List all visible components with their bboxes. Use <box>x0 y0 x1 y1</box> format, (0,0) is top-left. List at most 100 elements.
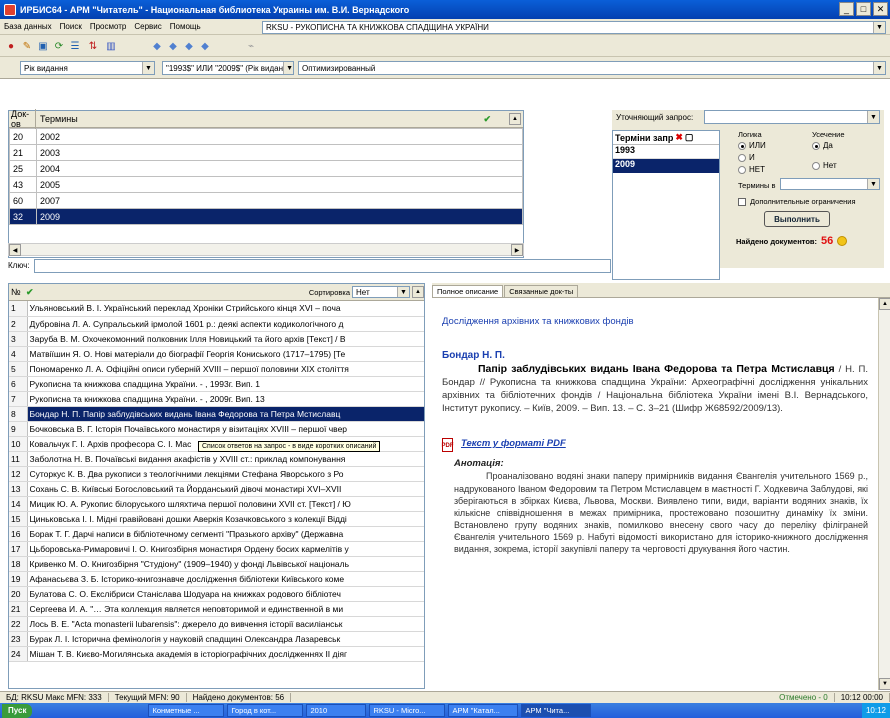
chevron-down-icon: ▼ <box>867 111 879 123</box>
task-button[interactable]: RKSU - Micro... <box>369 704 446 717</box>
tab-related-docs[interactable]: Связанные док-ты <box>504 285 579 297</box>
trunc-no-label: Нет <box>823 161 837 170</box>
detail-vscroll[interactable]: ▲ ▼ <box>878 298 890 690</box>
result-text: Лось В. Е. "Acta monasterii lubarensis":… <box>27 616 424 632</box>
result-row[interactable]: 4 Матвіїшин Я. О. Нові матеріали до біогр… <box>9 346 424 362</box>
result-row[interactable]: 1 Ульяновський В. І. Український переклад… <box>9 301 424 317</box>
trunc-no-radio[interactable]: Нет <box>812 160 837 171</box>
database-select[interactable]: RKSU - РУКОПИСНА ТА КНИЖКОВА СПАДЩИНА УК… <box>262 21 886 34</box>
result-row[interactable]: 15 Циньковська І. І. Мідні гравійовані до… <box>9 511 424 527</box>
taskbar: Пуск Конметные ... Город в кот... 2010 R… <box>0 703 890 718</box>
result-row[interactable]: 17 Цьборовська-Римаровичі І. О. Книгозбір… <box>9 541 424 557</box>
pin-icon[interactable]: ⌁ <box>244 39 258 53</box>
term-row[interactable]: 25 2004 <box>9 160 523 177</box>
result-number: 23 <box>9 631 28 647</box>
task-button-active[interactable]: АРМ "Чита... <box>521 704 592 717</box>
key-input[interactable] <box>34 259 611 273</box>
result-row[interactable]: 5 Пономаренко Л. А. Офіційні описи губерн… <box>9 361 424 377</box>
result-row[interactable]: 9 Бочковська В. Г. Історія Почаївського м… <box>9 421 424 437</box>
terms-in-select[interactable]: ▼ <box>780 178 880 190</box>
result-row[interactable]: 7 Рукописна та книжкова спадщина України.… <box>9 391 424 407</box>
chart-icon[interactable]: ▥ <box>104 39 118 53</box>
query-term-item[interactable]: 1993 <box>613 145 719 159</box>
scroll-left-icon[interactable]: ◀ <box>9 244 21 256</box>
result-row[interactable]: 22 Лось В. Е. "Acta monasterii lubarensis… <box>9 616 424 632</box>
app-icon <box>4 3 16 16</box>
task-button[interactable]: АРМ "Катал... <box>448 704 519 717</box>
result-row[interactable]: 18 Кривенко М. О. Книгозбірня "Студіону" … <box>9 556 424 572</box>
scroll-right-icon[interactable]: ▶ <box>511 244 523 256</box>
term-row[interactable]: 60 2007 <box>9 192 523 209</box>
result-row[interactable]: 2 Дубровіна Л. А. Супральський ірмолой 16… <box>9 316 424 332</box>
scroll-up-icon[interactable]: ▲ <box>879 298 890 310</box>
sort-select[interactable]: Нет ▼ <box>352 286 410 298</box>
query-expression-select[interactable]: "1993$" ИЛИ "2009$" (Рік видан ▼ <box>162 61 294 75</box>
result-row[interactable]: 11 Заболотна Н. В. Почаївські видання ака… <box>9 451 424 467</box>
result-row[interactable]: 21 Сергеева И. А. "… Эта коллекция являет… <box>9 601 424 617</box>
task-button[interactable]: Город в кот... <box>227 704 304 717</box>
sort-icon[interactable]: ⇅ <box>86 39 100 53</box>
first-icon[interactable]: ◆ <box>150 39 164 53</box>
window-title: ИРБИС64 - АРМ "Читатель" - Национальная … <box>20 4 410 15</box>
query-bar: Рік видання ▼ "1993$" ИЛИ "2009$" (Рік в… <box>0 57 890 79</box>
close-button[interactable]: ✕ <box>873 2 888 16</box>
term-row[interactable]: 21 2003 <box>9 144 523 161</box>
menu-database[interactable]: База данных <box>0 22 56 31</box>
scroll-down-icon[interactable]: ▼ <box>879 678 890 690</box>
term-row-selected[interactable]: 32 2009 <box>9 208 523 225</box>
prev-icon[interactable]: ◆ <box>166 39 180 53</box>
menu-help[interactable]: Помощь <box>166 22 205 31</box>
result-row-selected[interactable]: 8 Бондар Н. П. Папір заблудівських видань… <box>9 406 424 422</box>
minimize-button[interactable]: _ <box>839 2 854 16</box>
result-row[interactable]: 6 Рукописна та книжкова спадщина України.… <box>9 376 424 392</box>
result-row[interactable]: 3 Заруба В. М. Охочекомонний полковник Іл… <box>9 331 424 347</box>
eye-icon[interactable]: ● <box>4 39 18 53</box>
query-term-item-selected[interactable]: 2009 <box>613 159 719 173</box>
result-row[interactable]: 23 Бурак Л. І. Історична фемінологія у на… <box>9 631 424 647</box>
query-expression-value: "1993$" ИЛИ "2009$" (Рік видан <box>166 63 284 73</box>
detail-content: Дослідження архівних та книжкових фондів… <box>432 298 878 690</box>
result-row[interactable]: 16 Борак Т. Г. Дарчі написи в бібліотечно… <box>9 526 424 542</box>
run-button[interactable]: Выполнить <box>764 211 830 227</box>
start-button[interactable]: Пуск <box>2 703 33 718</box>
refine-query-select[interactable]: ▼ <box>704 110 880 124</box>
delete-icon[interactable]: ✖ <box>675 132 683 143</box>
task-button[interactable]: Конметные ... <box>148 704 225 717</box>
term-count: 25 <box>9 160 37 177</box>
result-row[interactable]: 12 Суторкус К. В. Два рукописи з теологіч… <box>9 466 424 482</box>
menu-view[interactable]: Просмотр <box>86 22 131 31</box>
result-row[interactable]: 19 Афанасьєва З. Б. Історико-книгознавче … <box>9 571 424 587</box>
search-mode-select[interactable]: Оптимизированный ▼ <box>298 61 886 75</box>
logic-and-radio[interactable]: И <box>738 152 755 163</box>
result-number: 21 <box>9 601 28 617</box>
term-row[interactable]: 43 2005 <box>9 176 523 193</box>
search-field-select[interactable]: Рік видання ▼ <box>20 61 155 75</box>
maximize-button[interactable]: □ <box>856 2 871 16</box>
tab-full-description[interactable]: Полное описание <box>432 285 504 297</box>
refresh-icon[interactable]: ⟳ <box>52 39 66 53</box>
pdf-link[interactable]: Текст у форматі PDF <box>461 438 566 451</box>
scroll-up-icon[interactable]: ▲ <box>412 286 424 298</box>
term-value: 2005 <box>36 176 523 193</box>
next-icon[interactable]: ◆ <box>182 39 196 53</box>
trunc-yes-radio[interactable]: Да <box>812 140 833 151</box>
scroll-up-icon[interactable]: ▲ <box>509 113 521 125</box>
result-row[interactable]: 13 Сохань С. В. Київські Богословський та… <box>9 481 424 497</box>
marker-icon[interactable]: ✎ <box>20 39 34 53</box>
task-button[interactable]: 2010 <box>306 704 367 717</box>
clear-icon[interactable]: ▢ <box>685 132 694 143</box>
last-icon[interactable]: ◆ <box>198 39 212 53</box>
result-row[interactable]: 14 Мицик Ю. А. Рукопис білоруського шляхт… <box>9 496 424 512</box>
term-row[interactable]: 20 2002 <box>9 128 523 145</box>
result-text: Дубровіна Л. А. Супральський ірмолой 160… <box>27 316 424 332</box>
result-row[interactable]: 20 Булатова С. О. Екслібриси Станіслава Ш… <box>9 586 424 602</box>
menu-search[interactable]: Поиск <box>56 22 86 31</box>
menu-service[interactable]: Сервис <box>130 22 165 31</box>
logic-not-radio[interactable]: НЕТ <box>738 164 765 175</box>
copy-icon[interactable]: ▣ <box>36 39 50 53</box>
result-row[interactable]: 24 Мішан Т. В. Києво-Могилянська академія… <box>9 646 424 662</box>
extra-restrictions-checkbox[interactable]: Дополнительные ограничения <box>738 197 856 206</box>
logic-or-radio[interactable]: ИЛИ <box>738 140 766 151</box>
list-icon[interactable]: ☰ <box>68 39 82 53</box>
terms-hscroll[interactable]: ◀ ▶ <box>8 243 524 256</box>
